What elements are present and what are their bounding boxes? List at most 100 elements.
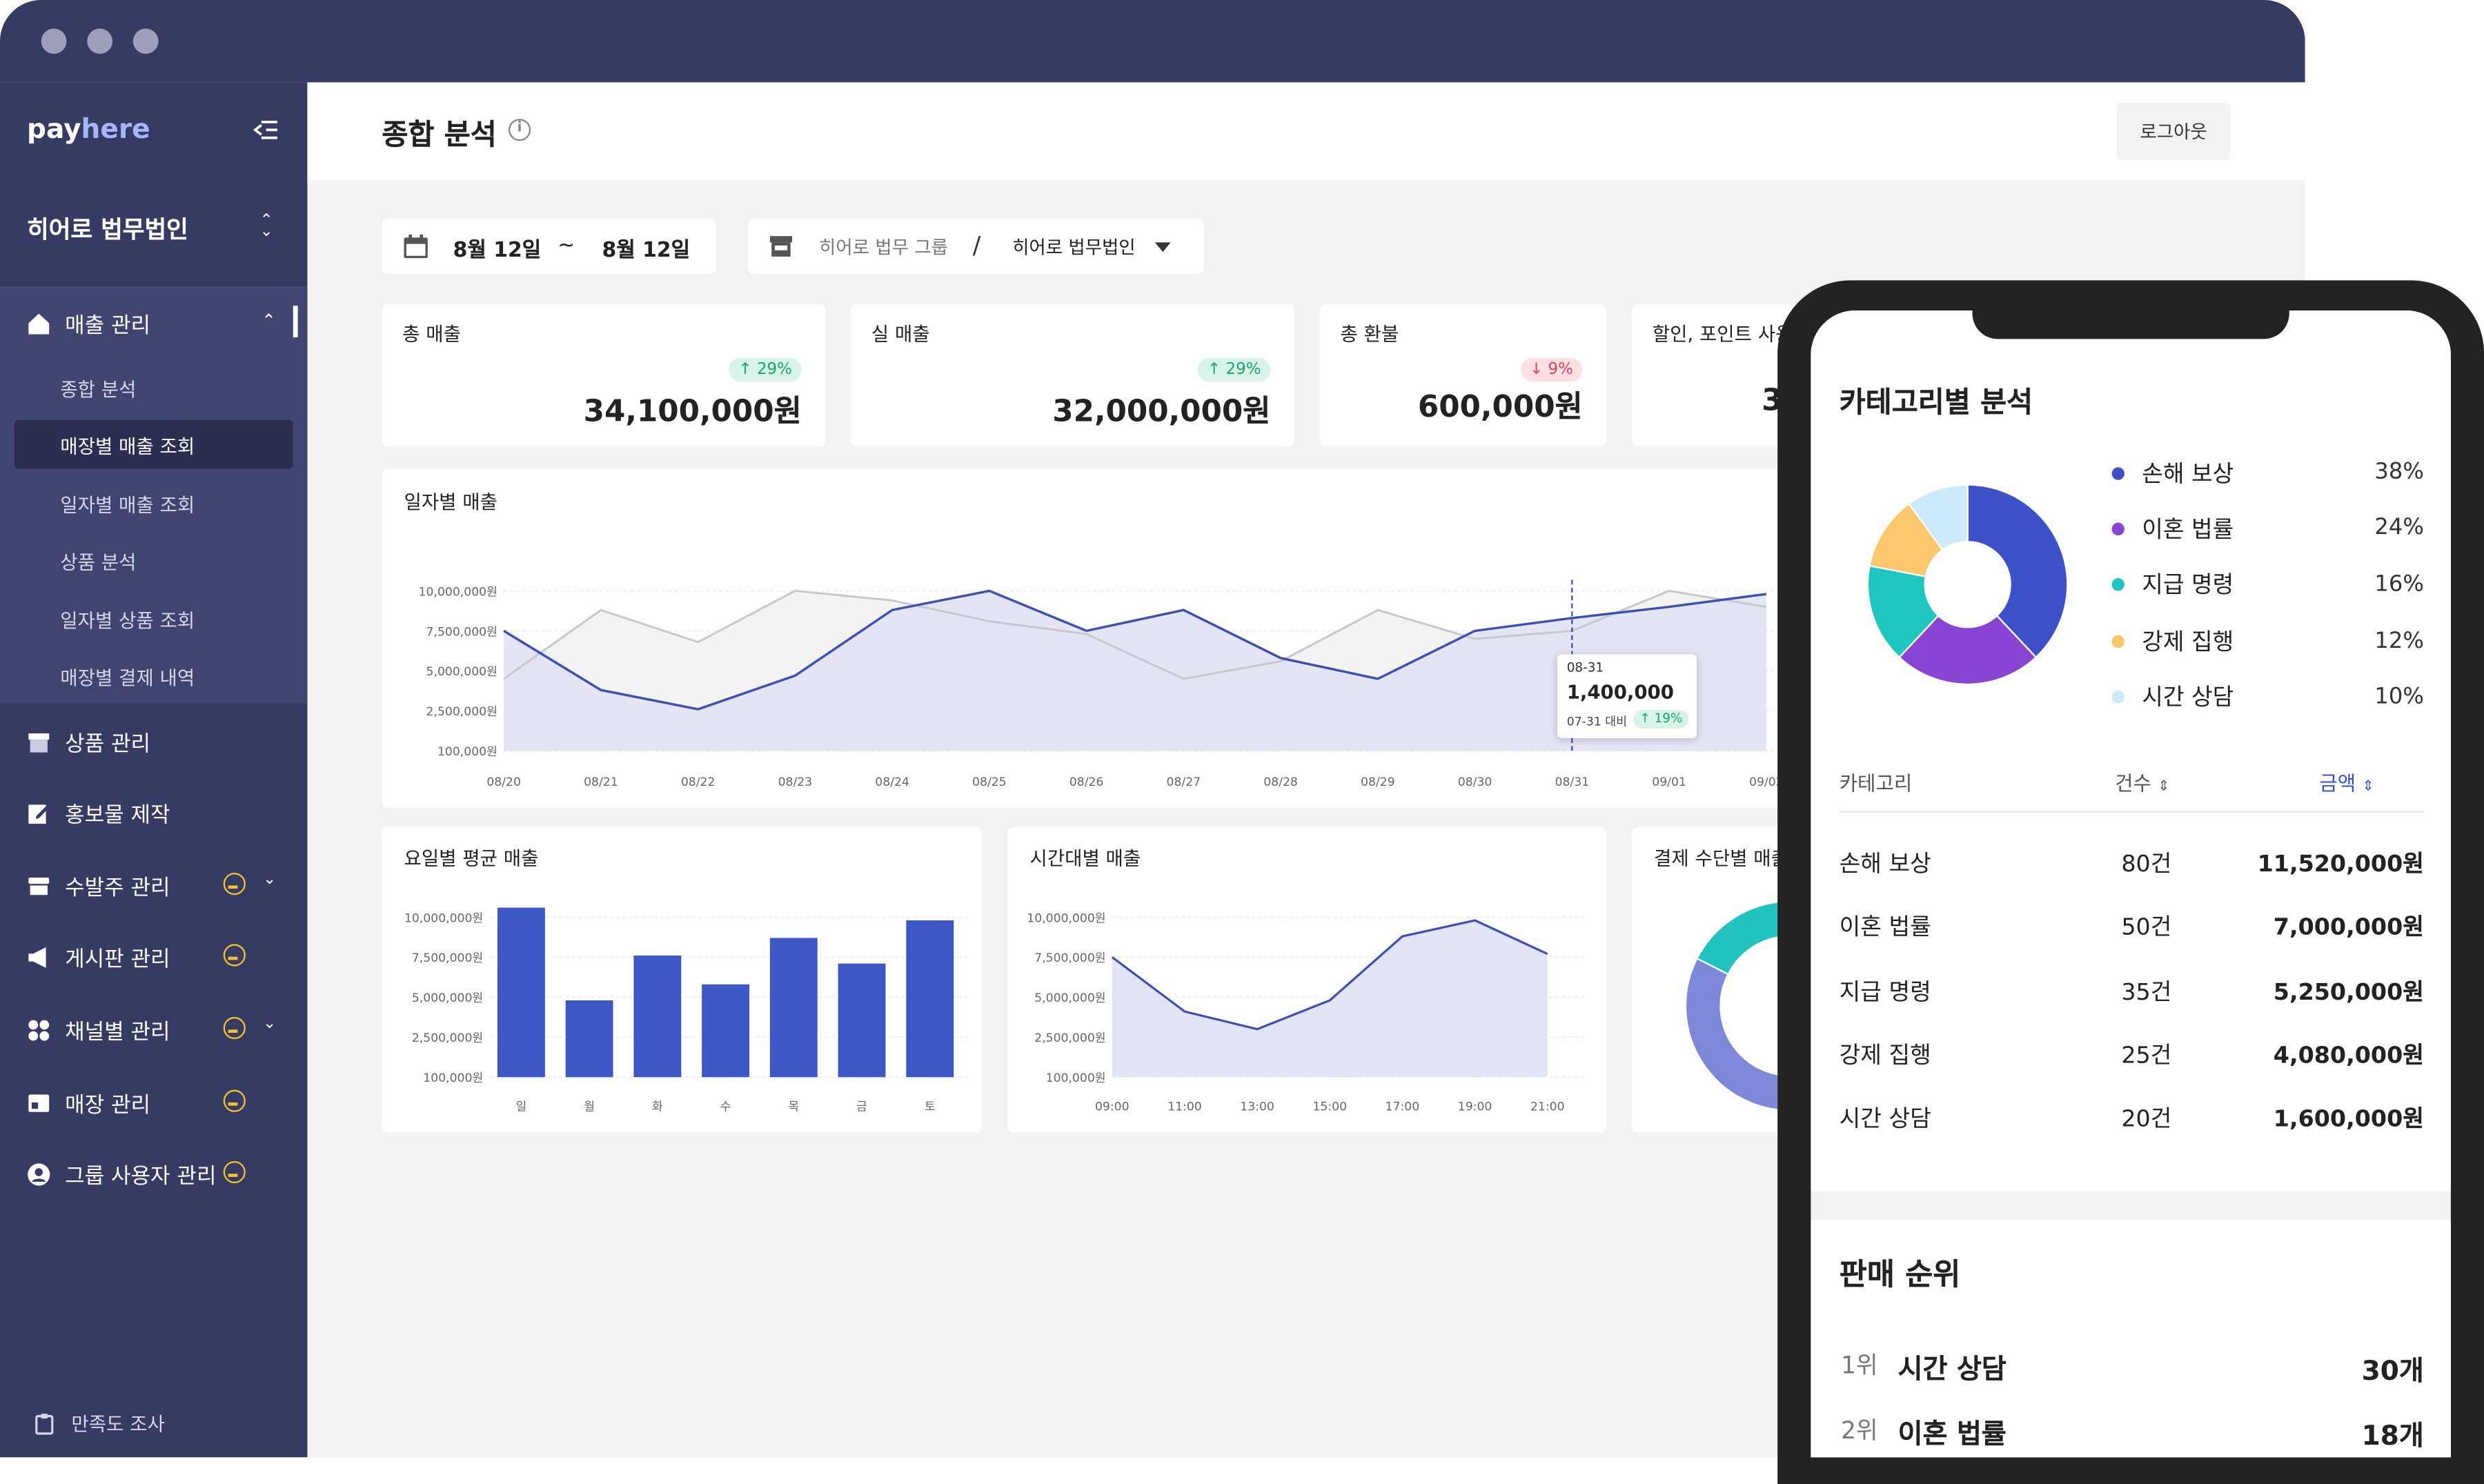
page-title: 종합 분석 [382, 119, 497, 152]
window-minimize-dot[interactable] [87, 28, 113, 55]
caret-down-icon[interactable] [1154, 242, 1171, 253]
x-tick-label: 월 [584, 1100, 595, 1114]
bar [497, 907, 545, 1078]
kpi-label: 총 환불 [1340, 323, 1399, 346]
bar [633, 956, 682, 1078]
megaphone-icon [28, 946, 46, 967]
daily-sales-card: 일자별 매출 10,000,000원 7,500,000원 5,000,000원 2,… [382, 468, 1951, 808]
chevron-updown-icon[interactable]: ⌃ ⌄ [260, 213, 273, 240]
bar [769, 938, 818, 1078]
legend-percent: 38% [2374, 459, 2424, 485]
table-header-category: 카테고리 [1839, 771, 1913, 795]
store-name: 히어로 법무법인 [1012, 236, 1136, 259]
header-label: 금액 [2319, 771, 2356, 795]
premium-crown-icon [223, 1089, 246, 1112]
table-cell-category: 시간 상담 [1839, 1107, 1931, 1134]
legend-label: 강제 집행 [2142, 630, 2234, 656]
rank-name: 이혼 법률 [1897, 1419, 2007, 1452]
sort-icon: ⇕ [2362, 779, 2374, 795]
kpi-label: 총 매출 [402, 323, 461, 346]
x-tick-label: 17:00 [1386, 1100, 1420, 1114]
table-divider [1839, 811, 2424, 813]
sidebar-item-orders[interactable]: 수발주 관리 [27, 870, 170, 902]
group-name: 히어로 법무 그룹 [819, 236, 948, 259]
x-tick-label: 09:00 [1095, 1100, 1130, 1114]
org-selector[interactable]: 히어로 법무법인 [27, 212, 188, 246]
window-maximize-dot[interactable] [132, 28, 159, 55]
x-tick-label: 08/30 [1458, 775, 1492, 789]
sidebar-item-sales[interactable]: 매출 관리 [27, 307, 150, 339]
sidebar-item-channels[interactable]: 채널별 관리 [27, 1013, 170, 1045]
sidebar: payhere 히어로 법무법인 ⌃ ⌄ 매출 관리 ⌃ 종합 분석 매장별 매출… [0, 82, 308, 1458]
legend-dot-icon [2111, 689, 2125, 703]
legend-percent: 16% [2374, 571, 2424, 597]
collapse-sidebar-icon[interactable] [253, 120, 279, 139]
sidebar-sub-store-payments[interactable]: 매장별 결제 내역 [60, 664, 195, 691]
page-header: 종합 분석 i 로그아웃 [307, 82, 2305, 181]
y-tick-label: 5,000,000원 [1034, 991, 1105, 1005]
x-tick-label: 08/25 [972, 775, 1007, 789]
sidebar-item-products[interactable]: 상품 관리 [27, 726, 150, 757]
rank-count: 18개 [2361, 1421, 2424, 1453]
y-tick-label: 5,000,000원 [412, 991, 483, 1005]
tooltip-date: 08-31 [1566, 660, 1604, 675]
info-icon[interactable]: i [509, 119, 531, 141]
sidebar-sub-store-sales[interactable]: 매장별 매출 조회 [60, 433, 195, 459]
sidebar-item-board[interactable]: 게시판 관리 [27, 941, 170, 973]
table-cell-count: 35건 [2121, 980, 2172, 1006]
y-tick-label: 100,000원 [1046, 1071, 1106, 1085]
legend-label: 지급 명령 [2142, 573, 2234, 599]
clipboard-icon [35, 1413, 54, 1434]
survey-link[interactable]: 만족도 조사 [35, 1409, 165, 1436]
sidebar-item-stores[interactable]: 매장 관리 [27, 1087, 150, 1118]
chevron-up-icon[interactable]: ⌃ [262, 310, 276, 331]
y-tick-label: 10,000,000원 [1027, 911, 1105, 925]
tooltip-compare-label: 07-31 대비 [1566, 714, 1627, 729]
payhere-logo[interactable]: payhere [27, 114, 150, 146]
calendar-icon [404, 234, 428, 259]
chevron-down-icon[interactable]: ⌄ [263, 871, 276, 889]
legend-dot-icon [2111, 522, 2125, 535]
chevron-down-icon[interactable]: ⌄ [263, 1016, 276, 1033]
window-titlebar [0, 0, 2305, 83]
sidebar-sub-overall[interactable]: 종합 분석 [60, 375, 136, 402]
category-donut-chart [1866, 484, 2069, 686]
sidebar-item-promo[interactable]: 홍보물 제작 [27, 797, 170, 829]
logout-button[interactable]: 로그아웃 [2116, 103, 2231, 160]
x-tick-label: 21:00 [1530, 1100, 1565, 1114]
sidebar-item-label: 매출 관리 [65, 313, 151, 339]
sidebar-sub-product-analysis[interactable]: 상품 분석 [60, 548, 136, 575]
table-header-count[interactable]: 건수 ⇕ [2115, 766, 2169, 797]
sidebar-item-label: 채널별 관리 [65, 1020, 170, 1046]
premium-crown-icon [223, 1160, 246, 1184]
x-tick-label: 08/21 [584, 775, 618, 789]
sidebar-item-group-users[interactable]: 그룹 사용자 관리 [27, 1158, 216, 1189]
legend-item: 이혼 법률 [2111, 512, 2234, 545]
rank-number: 2위 [1840, 1416, 1878, 1445]
y-tick-label: 7,500,000원 [412, 951, 483, 965]
weekday-bar-chart: 10,000,000원 7,500,000원 5,000,000원 2,500,000… [404, 907, 968, 1114]
store-settings-icon [28, 1094, 50, 1111]
daily-sales-chart: 10,000,000원 7,500,000원 5,000,000원 2,500,000… [419, 580, 1942, 789]
edit-icon [28, 804, 50, 823]
sidebar-item-label: 매장 관리 [65, 1093, 151, 1118]
premium-crown-icon [223, 944, 246, 967]
table-header-amount[interactable]: 금액 ⇕ [2319, 766, 2374, 797]
table-cell-category: 이혼 법률 [1839, 916, 1931, 942]
store-selector[interactable]: 히어로 법무 그룹 / 히어로 법무법인 [747, 218, 1204, 275]
bar [702, 984, 750, 1078]
sort-icon: ⇕ [2158, 779, 2170, 795]
y-tick-label: 2,500,000원 [1034, 1031, 1105, 1045]
table-cell-amount: 5,250,000원 [2273, 980, 2424, 1006]
sidebar-sub-daily-products[interactable]: 일자별 상품 조회 [60, 606, 195, 633]
window-close-dot[interactable] [41, 28, 67, 55]
table-cell-count: 80건 [2121, 852, 2172, 878]
legend-label: 이혼 법률 [2142, 517, 2234, 544]
y-tick-label: 10,000,000원 [404, 911, 483, 925]
rank-count: 30개 [2361, 1356, 2424, 1388]
sidebar-sub-daily-sales[interactable]: 일자별 매출 조회 [60, 491, 195, 518]
date-range-picker[interactable]: 8월 12일 ~ 8월 12일 [382, 218, 716, 275]
sidebar-item-label: 수발주 관리 [65, 875, 170, 902]
header-label: 건수 [2115, 771, 2152, 795]
y-tick-label: 10,000,000원 [419, 585, 497, 599]
